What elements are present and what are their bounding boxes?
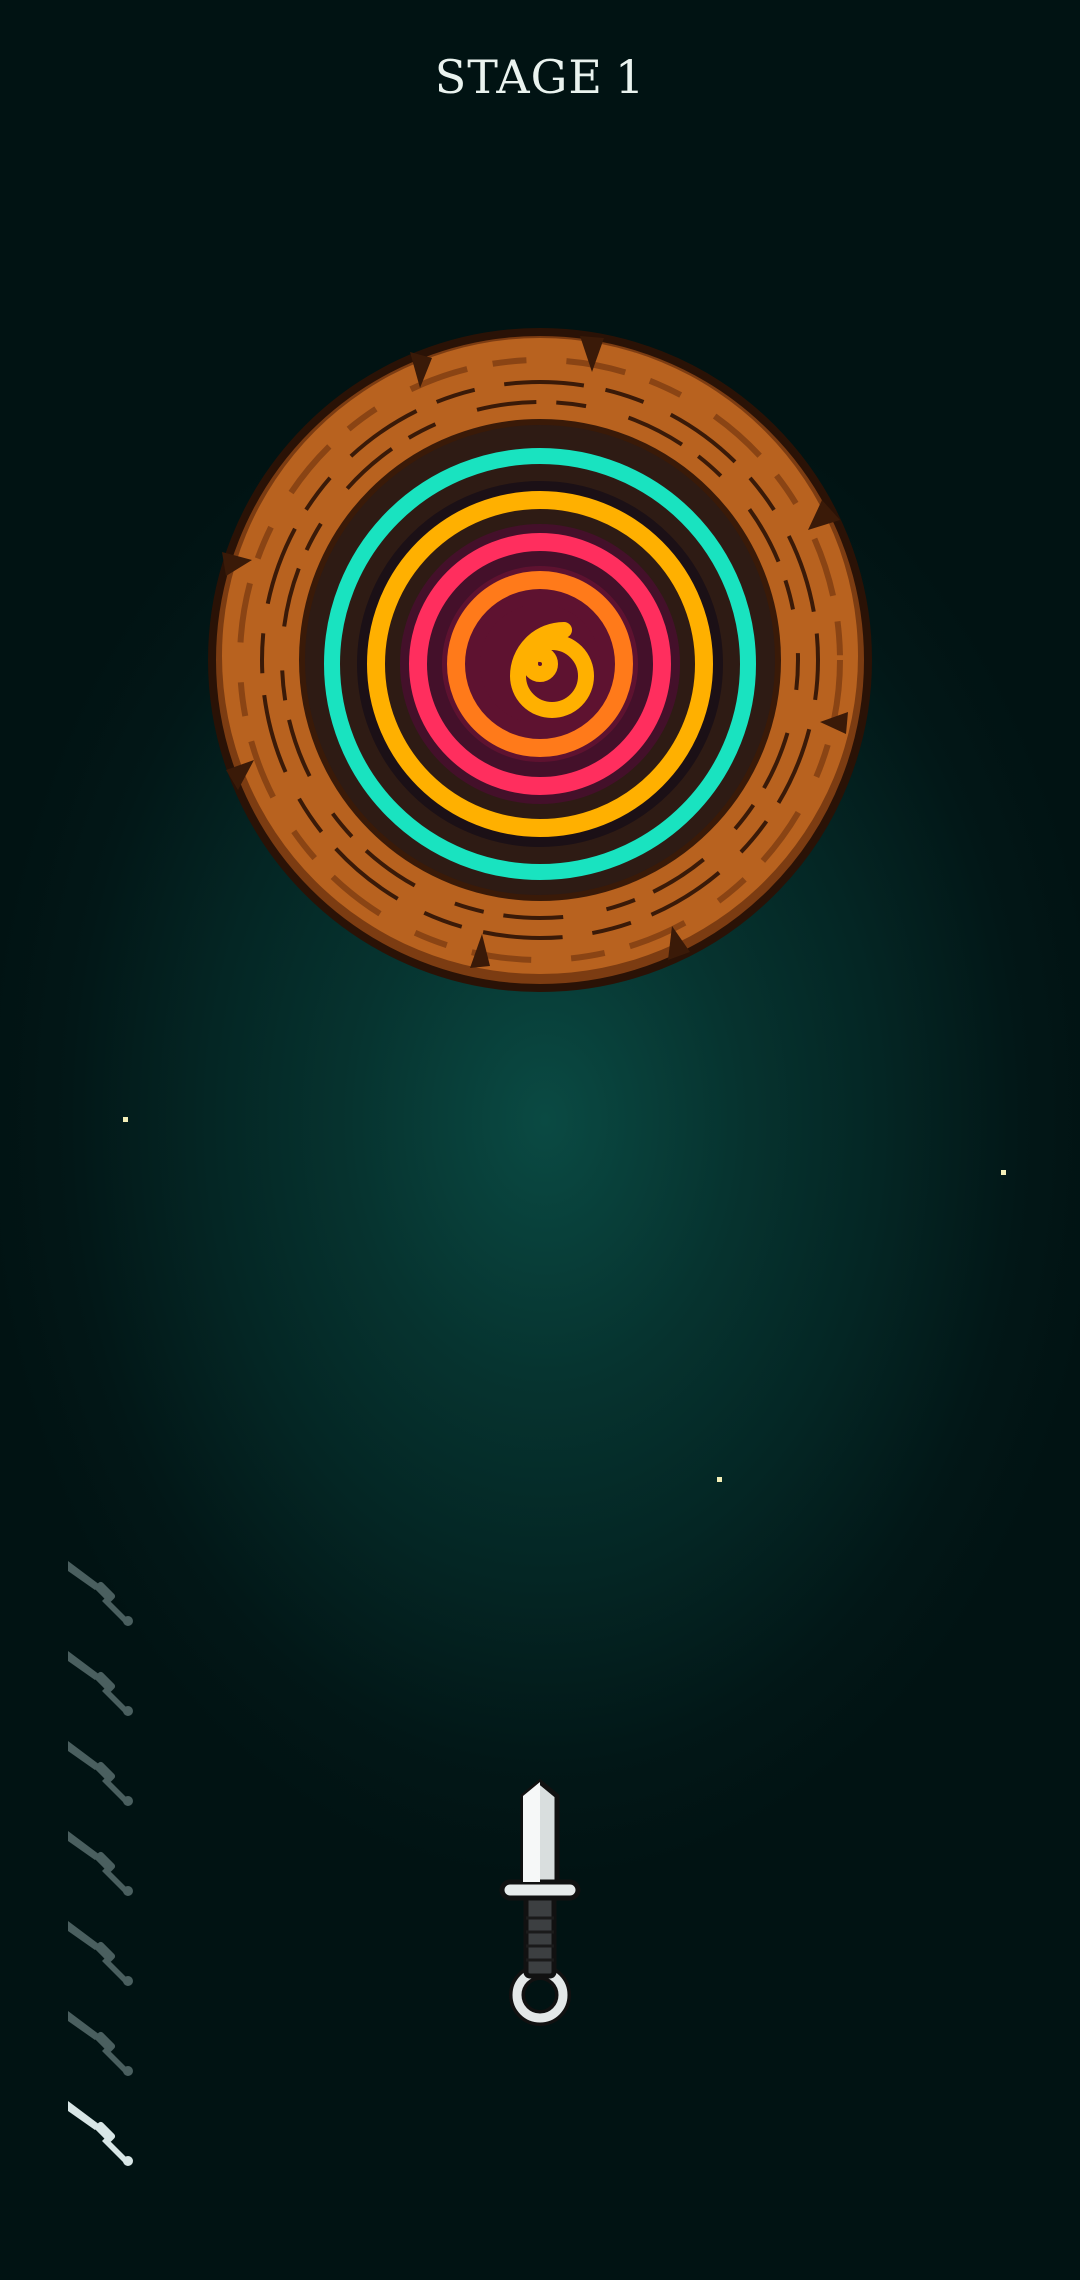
knife-ammo-icon-active: [68, 2101, 133, 2166]
knife-ammo-icon: [68, 1831, 133, 1896]
game-screen[interactable]: STAGE 1: [0, 0, 1080, 2280]
player-knife[interactable]: [502, 1782, 578, 2018]
knife-ammo-icon: [68, 1561, 133, 1626]
knife-ammo-icon: [68, 1741, 133, 1806]
knife-ammo-icon: [68, 1921, 133, 1986]
playfield: [208, 328, 872, 2280]
knife-ammo-icon: [68, 1651, 133, 1716]
knife-ammo-icon: [68, 2011, 133, 2076]
knife-icon: [502, 1782, 578, 2018]
